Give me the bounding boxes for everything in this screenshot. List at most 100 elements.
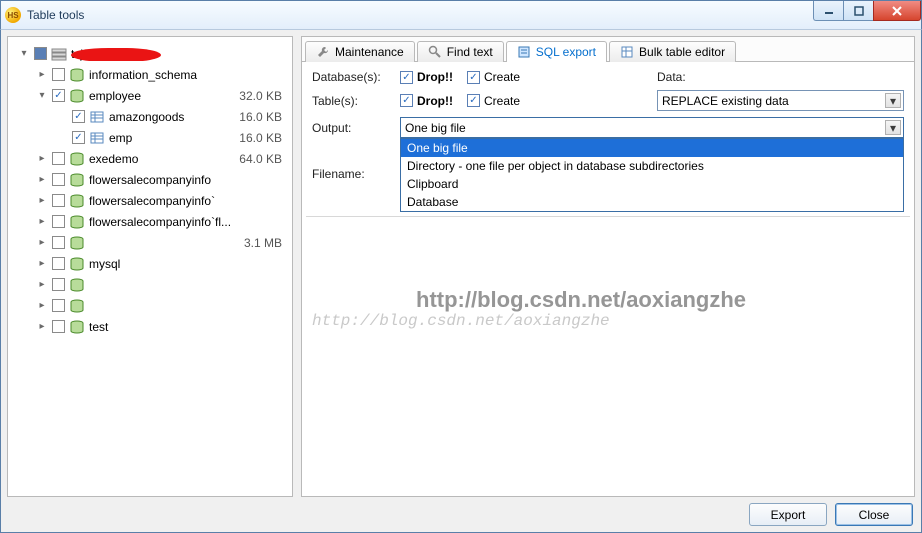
tree-expander-icon[interactable]: ▸ — [36, 279, 48, 290]
tree-expander-icon[interactable]: ▾ — [36, 90, 48, 101]
tree-row[interactable]: ▸ flowersalecompanyinfo — [12, 169, 288, 190]
tree-item-label: amazongoods — [109, 110, 239, 124]
tree-checkbox[interactable]: ✓ — [72, 110, 85, 123]
tree-row[interactable]: ✓emp16.0 KB — [12, 127, 288, 148]
tree-checkbox[interactable] — [34, 47, 47, 60]
tab-sql-export[interactable]: SQL export — [506, 41, 607, 62]
tab-bulk-editor[interactable]: Bulk table editor — [609, 41, 736, 62]
output-preview-area: http://blog.csdn.net/aoxiangzhe http://b… — [306, 216, 910, 492]
output-option[interactable]: One big file — [401, 139, 903, 157]
tree-row[interactable]: ▸exedemo64.0 KB — [12, 148, 288, 169]
tree-checkbox[interactable] — [52, 320, 65, 333]
tbl-create-checkbox[interactable]: ✓Create — [467, 94, 520, 108]
tab-label: Find text — [447, 45, 493, 59]
window-close-button[interactable] — [873, 1, 921, 21]
app-icon: HS — [5, 7, 21, 23]
object-tree-panel[interactable]: ▾tsj*_▸information_schema▾✓employee32.0 … — [7, 36, 293, 497]
watermark-large: http://blog.csdn.net/aoxiangzhe — [416, 287, 746, 313]
tree-row[interactable]: ▸ — [12, 295, 288, 316]
export-button[interactable]: Export — [749, 503, 827, 526]
tree-checkbox[interactable] — [52, 194, 65, 207]
tree-checkbox[interactable] — [52, 236, 65, 249]
db-drop-checkbox[interactable]: ✓Drop!! — [400, 70, 453, 84]
tree-expander-icon[interactable]: ▸ — [36, 321, 48, 332]
db-icon — [69, 152, 85, 166]
tree-row[interactable]: ✓ amazongoods16.0 KB — [12, 106, 288, 127]
sql-export-form: Database(s): ✓Drop!! ✓Create Data: Table… — [302, 62, 914, 212]
tree-item-size: 32.0 KB — [239, 89, 282, 103]
tree-item-label: test — [89, 320, 282, 334]
maintenance-icon — [316, 45, 330, 59]
output-label: Output: — [312, 121, 390, 135]
output-combo[interactable]: One big file ▾ One big fileDirectory - o… — [400, 117, 904, 138]
tree-row[interactable]: ▸ information_schema — [12, 64, 288, 85]
tree-checkbox[interactable]: ✓ — [52, 89, 65, 102]
db-icon — [69, 194, 85, 208]
window-minimize-button[interactable] — [813, 1, 843, 21]
output-option[interactable]: Directory - one file per object in datab… — [401, 157, 903, 175]
tree-item-label: flowersalecompanyinfo`fl... — [89, 215, 282, 229]
tree-expander-icon[interactable]: ▸ — [36, 195, 48, 206]
window-maximize-button[interactable] — [843, 1, 873, 21]
dialog-footer: Export Close — [7, 497, 915, 526]
output-option[interactable]: Database — [401, 193, 903, 211]
tree-expander-icon[interactable]: ▸ — [36, 216, 48, 227]
tab-label: SQL export — [536, 45, 596, 59]
tree-item-size: 16.0 KB — [239, 110, 282, 124]
tree-row[interactable]: ▾✓employee32.0 KB — [12, 85, 288, 106]
tree-item-label: information_schema — [89, 68, 282, 82]
db-icon — [69, 173, 85, 187]
tree-checkbox[interactable] — [52, 299, 65, 312]
table-icon — [89, 131, 105, 145]
tree-item-label: flowersalecompanyinfo — [89, 173, 282, 187]
db-icon — [69, 68, 85, 82]
tree-checkbox[interactable] — [52, 215, 65, 228]
tree-checkbox[interactable] — [52, 68, 65, 81]
tree-checkbox[interactable] — [52, 257, 65, 270]
tree-expander-icon[interactable]: ▸ — [36, 258, 48, 269]
data-mode-combo[interactable]: REPLACE existing data ▾ — [657, 90, 904, 111]
tree-expander-icon[interactable]: ▸ — [36, 300, 48, 311]
db-icon — [69, 215, 85, 229]
tree-item-label: tsj*_ — [71, 47, 282, 61]
tree-row[interactable]: ▾ tsj*_ — [12, 43, 288, 64]
table-icon — [89, 110, 105, 124]
tab-maintenance[interactable]: Maintenance — [305, 41, 415, 62]
db-icon — [69, 320, 85, 334]
tree-checkbox[interactable] — [52, 173, 65, 186]
tree-checkbox[interactable]: ✓ — [72, 131, 85, 144]
tree-checkbox[interactable] — [52, 152, 65, 165]
tree-row[interactable]: ▸flowersalecompanyinfo` — [12, 190, 288, 211]
window-title: Table tools — [27, 8, 84, 22]
dropdown-arrow-icon: ▾ — [885, 120, 901, 135]
tree-expander-icon[interactable]: ▸ — [36, 174, 48, 185]
output-option[interactable]: Clipboard — [401, 175, 903, 193]
close-button[interactable]: Close — [835, 503, 913, 526]
tab-find-text[interactable]: Find text — [417, 41, 504, 62]
tree-checkbox[interactable] — [52, 278, 65, 291]
db-create-checkbox[interactable]: ✓Create — [467, 70, 520, 84]
watermark-small: http://blog.csdn.net/aoxiangzhe — [312, 312, 610, 330]
tree-row[interactable]: ▸ — [12, 274, 288, 295]
tree-item-size: 16.0 KB — [239, 131, 282, 145]
tree-item-label: mysql — [89, 257, 282, 271]
tree-row[interactable]: ▸ 3.1 MB — [12, 232, 288, 253]
tree-item-size: 64.0 KB — [239, 152, 282, 166]
dropdown-arrow-icon: ▾ — [885, 93, 901, 108]
tab-strip: Maintenance Find text SQL export Bulk table… — [302, 37, 914, 62]
tree-expander-icon[interactable]: ▸ — [36, 237, 48, 248]
tree-row[interactable]: ▸ test — [12, 316, 288, 337]
output-combo-value: One big file — [405, 121, 466, 135]
tree-row[interactable]: ▸ flowersalecompanyinfo`fl... — [12, 211, 288, 232]
tree-expander-icon[interactable]: ▸ — [36, 69, 48, 80]
tree-expander-icon[interactable]: ▾ — [18, 48, 30, 59]
tab-label: Maintenance — [335, 45, 404, 59]
data-mode-value: REPLACE existing data — [662, 94, 789, 108]
tree-expander-icon[interactable]: ▸ — [36, 153, 48, 164]
tree-row[interactable]: ▸ mysql — [12, 253, 288, 274]
databases-label: Database(s): — [312, 70, 390, 84]
output-dropdown-list[interactable]: One big fileDirectory - one file per obj… — [400, 138, 904, 212]
tree-item-size: 3.1 MB — [244, 236, 282, 250]
right-panel: Maintenance Find text SQL export Bulk table… — [301, 36, 915, 497]
tbl-drop-checkbox[interactable]: ✓Drop!! — [400, 94, 453, 108]
